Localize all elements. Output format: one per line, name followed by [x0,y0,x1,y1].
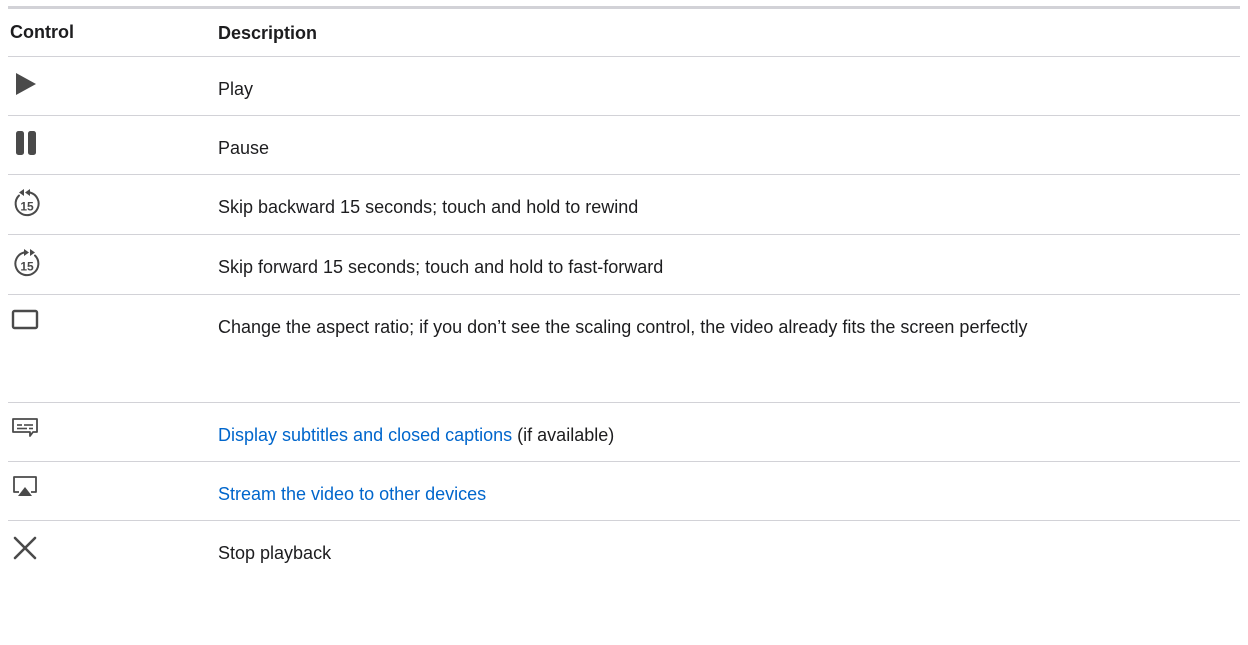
row-description: Stop playback [218,543,332,563]
table-row: Change the aspect ratio; if you don’t se… [8,295,1240,403]
table-row: Display subtitles and closed captions (i… [8,403,1240,462]
subtitles-icon [10,415,44,449]
table-row: 15 Skip backward 15 seconds; touch and h… [8,175,1240,235]
controls-table: Control Description Play Pause 15 Skip b… [8,6,1240,580]
skip-back-15-icon: 15 [10,187,44,221]
row-description: Skip backward 15 seconds; touch and hold… [218,197,639,217]
table-row: Play [8,57,1240,116]
close-icon [10,533,44,567]
table-header-row: Control Description [8,9,1240,57]
aspect-ratio-icon [10,307,44,341]
row-description: Stream the video to other devices [218,478,1240,510]
row-description: Pause [218,138,270,158]
table-row: Stop playback [8,521,1240,580]
row-description: Skip forward 15 seconds; touch and hold … [218,257,664,277]
table-row: Stream the video to other devices [8,462,1240,521]
row-description: Display subtitles and closed captions (i… [218,419,1240,451]
row-description: Play [218,79,254,99]
skip-back-15-label: 15 [20,200,34,214]
play-icon [10,69,44,103]
header-control: Control [10,22,74,42]
header-description: Description [218,22,318,43]
subtitles-note: (if available) [512,425,615,445]
table-row: 15 Skip forward 15 seconds; touch and ho… [8,235,1240,295]
row-description: Change the aspect ratio; if you don’t se… [218,317,1028,337]
skip-forward-15-label: 15 [20,260,34,274]
pause-icon [10,128,44,162]
subtitles-link[interactable]: Display subtitles and closed captions [218,425,512,445]
stream-link[interactable]: Stream the video to other devices [218,484,486,504]
skip-forward-15-icon: 15 [10,247,44,281]
table-row: Pause [8,116,1240,175]
airplay-icon [10,474,44,508]
